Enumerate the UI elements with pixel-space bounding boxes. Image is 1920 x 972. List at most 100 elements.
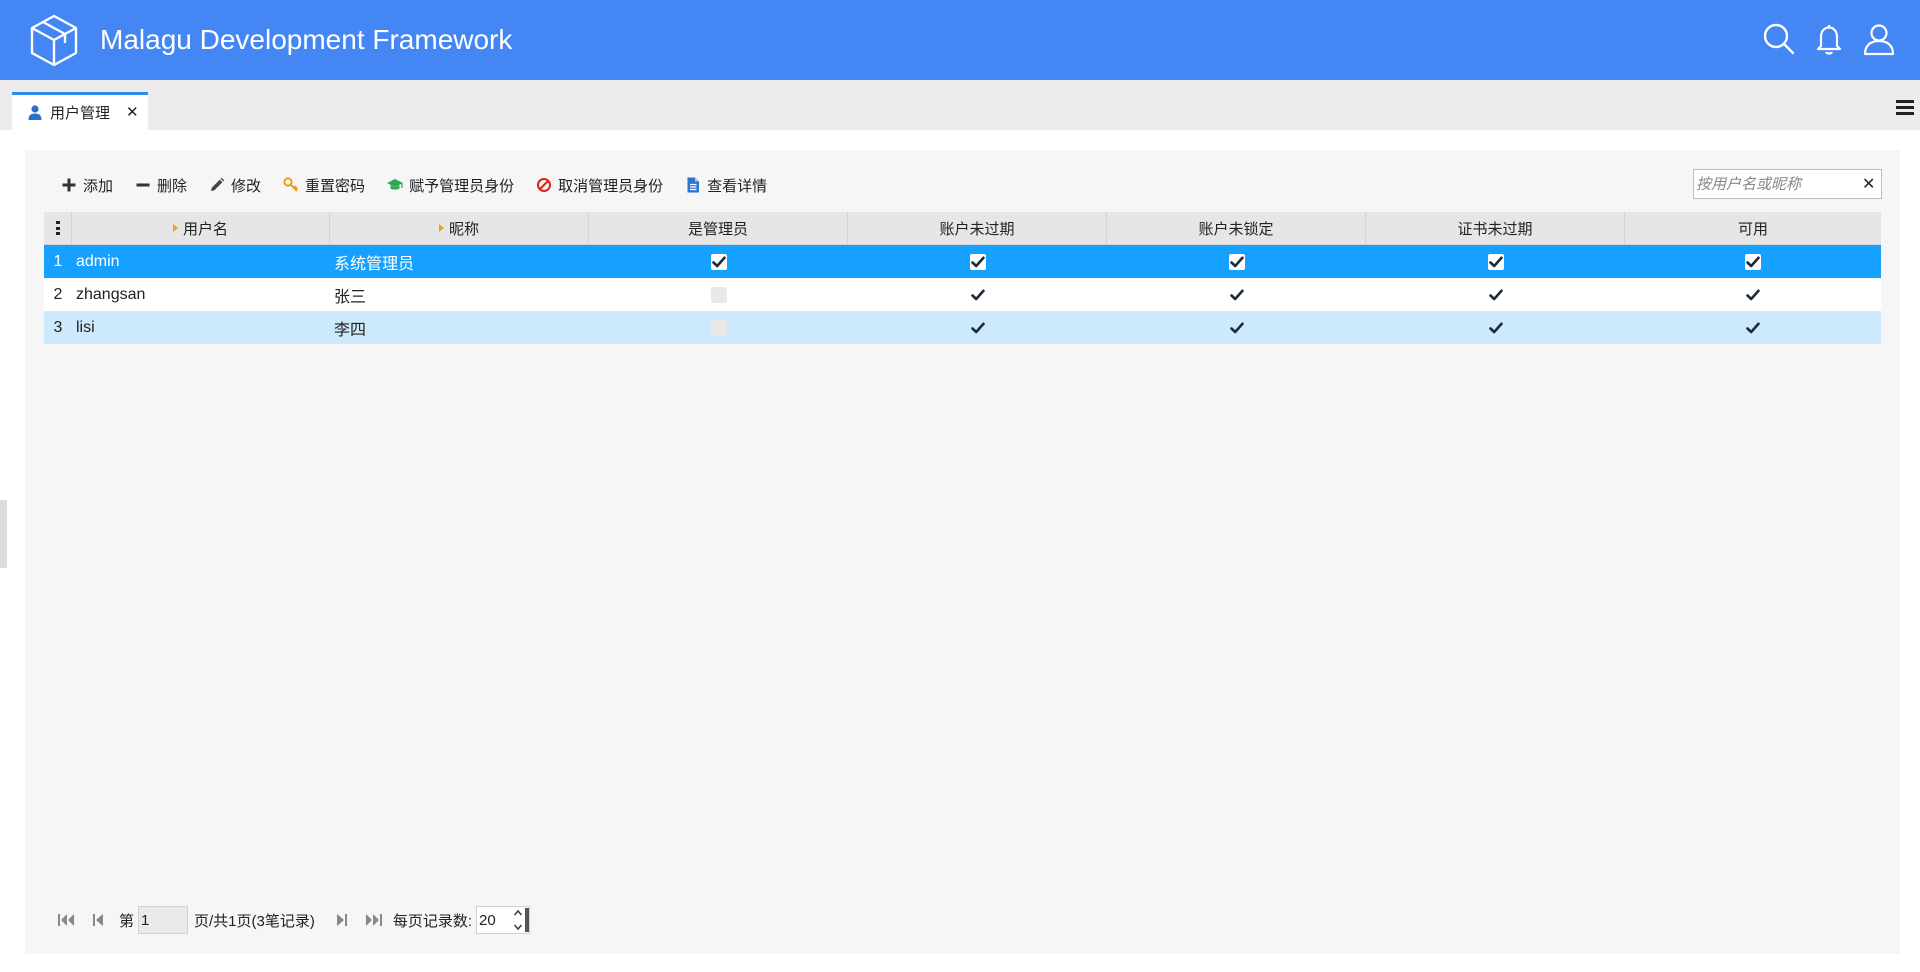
- add-button[interactable]: 添加: [61, 175, 113, 196]
- key-icon: [283, 177, 298, 192]
- cell-username: lisi: [76, 318, 95, 336]
- checkbox-not-expired[interactable]: [970, 287, 986, 303]
- checkbox-is-admin[interactable]: [710, 319, 727, 336]
- search-input[interactable]: [1696, 172, 1856, 196]
- column-header-cred-not-expired[interactable]: 证书未过期: [1366, 212, 1625, 244]
- checkbox-not-locked[interactable]: [1228, 253, 1245, 270]
- grant-admin-button[interactable]: 赋予管理员身份: [387, 175, 514, 196]
- cell-not-locked: [1107, 278, 1366, 311]
- search-icon[interactable]: [1762, 22, 1796, 56]
- cell-not-locked: [1107, 311, 1366, 344]
- cell-cred-not-expired: [1366, 311, 1625, 344]
- checkbox-cred-not-expired[interactable]: [1487, 253, 1504, 270]
- search-box: ✕: [1693, 169, 1882, 199]
- close-icon[interactable]: ✕: [126, 105, 139, 120]
- column-header-enabled[interactable]: 可用: [1625, 212, 1881, 244]
- grid-body: 1 admin 系统管理员 2 zhangsan 张三 3 lisi 李四: [44, 245, 1881, 344]
- column-header-not-locked[interactable]: 账户未锁定: [1107, 212, 1366, 244]
- spinner-handle: [525, 908, 530, 932]
- sort-icon: [438, 224, 444, 232]
- user-icon: [28, 105, 42, 120]
- cell-not-expired: [848, 245, 1107, 278]
- page-number-input[interactable]: [138, 906, 189, 934]
- toolbar: 添加 删除 修改 重置密码 赋予管理员身份 取消管理员身份 查看详情: [61, 172, 789, 198]
- cell-username: zhangsan: [76, 285, 146, 303]
- next-page-button[interactable]: [329, 909, 353, 931]
- first-page-button[interactable]: [55, 909, 79, 931]
- left-edge-handle[interactable]: [0, 500, 7, 568]
- cell-cred-not-expired: [1366, 245, 1625, 278]
- check-icon: [1229, 289, 1244, 300]
- column-header-nickname[interactable]: 昵称: [330, 212, 589, 244]
- first-page-icon: [58, 914, 74, 926]
- cell-is-admin: [589, 245, 848, 278]
- page-size-label: 每页记录数:: [392, 912, 473, 930]
- cell-not-locked: [1107, 245, 1366, 278]
- checkbox-cred-not-expired[interactable]: [1488, 320, 1504, 336]
- tab-label: 用户管理: [50, 105, 111, 122]
- clear-icon[interactable]: ✕: [1862, 174, 1875, 194]
- column-header-not-expired[interactable]: 账户未过期: [848, 212, 1107, 244]
- checkbox-is-admin[interactable]: [710, 253, 727, 270]
- row-number: 3: [53, 318, 63, 336]
- hamburger-menu-icon[interactable]: [1896, 100, 1914, 116]
- row-number: 2: [53, 285, 63, 303]
- edit-button[interactable]: 修改: [209, 175, 261, 196]
- cell-nickname: 张三: [334, 288, 367, 306]
- checkbox-enabled[interactable]: [1745, 287, 1761, 303]
- table-row[interactable]: 2 zhangsan 张三: [44, 278, 1881, 311]
- more-vertical-icon: [55, 221, 60, 235]
- checkbox-not-expired[interactable]: [969, 253, 986, 270]
- column-header-is-admin[interactable]: 是管理员: [589, 212, 848, 244]
- tab-user-management[interactable]: 用户管理 ✕: [12, 92, 148, 130]
- document-icon: [687, 177, 700, 193]
- table-row[interactable]: 1 admin 系统管理员: [44, 245, 1881, 278]
- view-details-button[interactable]: 查看详情: [685, 175, 767, 196]
- revoke-admin-button[interactable]: 取消管理员身份: [536, 175, 663, 196]
- table-row[interactable]: 3 lisi 李四: [44, 311, 1881, 344]
- cell-is-admin: [589, 311, 848, 344]
- row-number: 1: [53, 252, 63, 270]
- cell-cred-not-expired: [1366, 278, 1625, 311]
- graduation-cap-icon: [387, 179, 404, 190]
- prev-page-icon: [93, 914, 103, 926]
- page-size-input[interactable]: [479, 910, 508, 930]
- checkbox-is-admin[interactable]: [710, 286, 727, 303]
- next-page-icon: [336, 914, 347, 926]
- checkbox-cred-not-expired[interactable]: [1488, 287, 1504, 303]
- cell-is-admin: [589, 278, 848, 311]
- cell-nickname: 系统管理员: [334, 255, 415, 273]
- ban-icon: [537, 178, 552, 192]
- check-icon: [1229, 322, 1244, 333]
- column-menu-button[interactable]: [44, 212, 72, 244]
- main-panel: 添加 删除 修改 重置密码 赋予管理员身份 取消管理员身份 查看详情 ✕: [25, 150, 1900, 954]
- reset-password-button[interactable]: 重置密码: [283, 175, 365, 196]
- check-icon: [1746, 289, 1760, 300]
- page-prefix: 第: [119, 912, 135, 930]
- checkbox-enabled[interactable]: [1745, 253, 1761, 270]
- checkbox-enabled[interactable]: [1745, 320, 1761, 336]
- spinner-arrows[interactable]: [513, 908, 523, 932]
- cell-not-expired: [848, 278, 1107, 311]
- column-header-username[interactable]: 用户名: [72, 212, 330, 244]
- checkbox-not-locked[interactable]: [1229, 320, 1245, 336]
- bell-icon[interactable]: [1812, 22, 1846, 56]
- prev-page-button[interactable]: [87, 909, 111, 931]
- sort-icon: [172, 224, 178, 232]
- pencil-icon: [211, 177, 225, 191]
- checkbox-not-expired[interactable]: [970, 320, 986, 336]
- check-icon: [1746, 256, 1760, 267]
- last-page-button[interactable]: [361, 909, 385, 931]
- chevron-up-icon[interactable]: [513, 908, 523, 918]
- tab-strip: 用户管理 ✕: [0, 80, 1920, 130]
- check-icon: [970, 256, 985, 267]
- checkbox-not-locked[interactable]: [1229, 287, 1245, 303]
- check-icon: [1488, 322, 1503, 333]
- delete-button[interactable]: 删除: [135, 175, 187, 196]
- grid-header: 用户名 昵称 是管理员 账户未过期 账户未锁定 证书未过期 可用: [44, 212, 1881, 245]
- user-icon[interactable]: [1862, 22, 1896, 56]
- pager: 第 页/共1页(3笔记录) 每页记录数:: [55, 905, 531, 935]
- chevron-down-icon[interactable]: [513, 922, 523, 932]
- check-icon: [970, 322, 985, 333]
- check-icon: [1488, 256, 1503, 267]
